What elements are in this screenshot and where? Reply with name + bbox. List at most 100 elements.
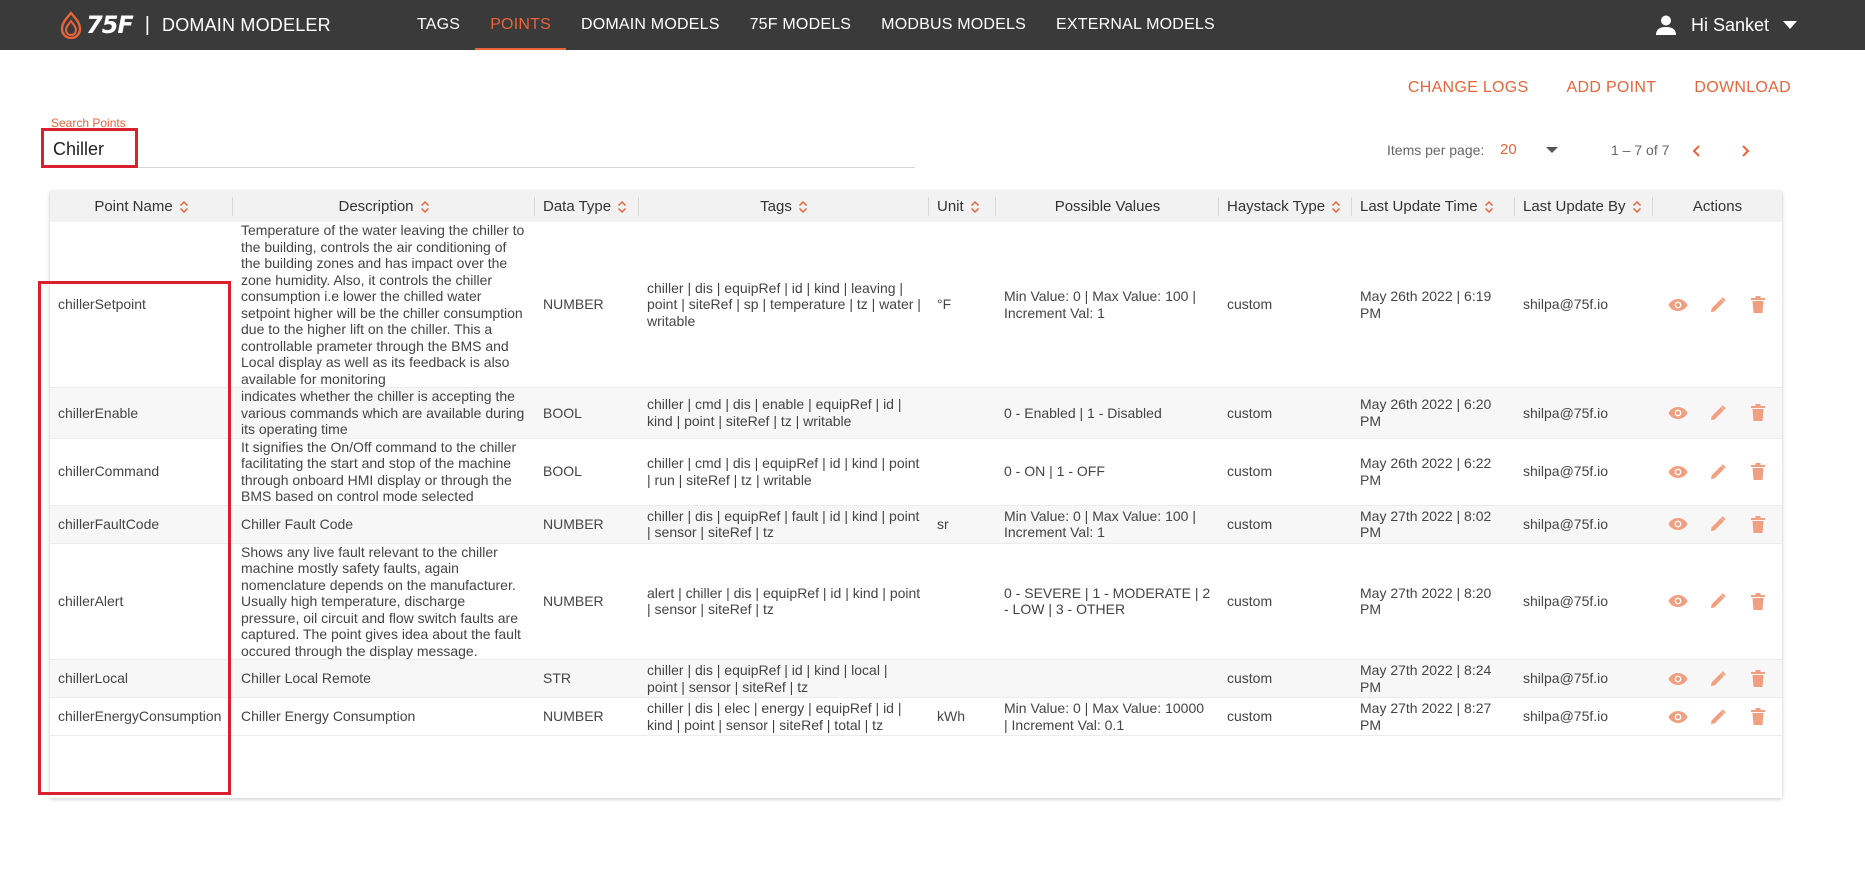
column-header-unit[interactable]: Unit [929,191,996,222]
cell-possible-values: 0 - Enabled | 1 - Disabled [1004,404,1162,421]
next-page-icon[interactable] [1736,142,1754,160]
view-icon[interactable] [1667,402,1689,424]
cell-haystack-type: custom [1227,296,1273,313]
column-header-data-type[interactable]: Data Type [535,191,639,222]
logo-text: 75F [86,11,134,39]
view-icon[interactable] [1667,461,1689,483]
delete-icon[interactable] [1747,668,1769,690]
edit-icon[interactable] [1707,461,1729,483]
edit-icon[interactable] [1707,513,1729,535]
points-table: Point Name Description Data Type Tags Unit Po… [50,191,1782,736]
column-header-tags[interactable]: Tags [639,191,929,222]
view-icon[interactable] [1667,294,1689,316]
column-header-last-update-by[interactable]: Last Update By [1515,191,1653,222]
column-header-label: Data Type [543,198,612,215]
column-header-last-update-time[interactable]: Last Update Time [1352,191,1515,222]
column-header-label: Haystack Type [1227,198,1326,215]
cell-tags: chiller | cmd | dis | equipRef | id | ki… [647,455,920,488]
delete-icon[interactable] [1747,461,1769,483]
cell-possible-values: Min Value: 0 | Max Value: 100 | Incremen… [1004,507,1196,541]
column-header-haystack-type[interactable]: Haystack Type [1219,191,1352,222]
change-logs-button[interactable]: CHANGE LOGS [1408,79,1529,97]
cell-haystack-type: custom [1227,593,1273,609]
nav-domain-models[interactable]: DOMAIN MODELS [566,0,735,50]
cell-actions [1653,698,1782,736]
cell-name: chillerCommand [58,463,160,480]
column-header-point-name[interactable]: Point Name [50,191,233,222]
nav-tags[interactable]: TAGS [402,0,475,50]
cell-possible-values: 0 - SEVERE | 1 - MODERATE | 2 - LOW | 3 … [1004,584,1211,618]
view-icon[interactable] [1667,706,1689,728]
cell-haystack-type: custom [1227,670,1273,687]
download-button[interactable]: DOWNLOAD [1694,79,1791,97]
column-header-label: Point Name [94,198,173,215]
cell-last-update-time: May 27th 2022 | 8:20 PM [1360,584,1492,618]
table-row: chillerSetpoint Temperature of the water … [50,222,1782,388]
sort-icon [618,200,627,214]
items-per-page-select[interactable]: 20 [1494,140,1564,160]
table-row: chillerEnable indicates whether the chill… [50,387,1782,439]
points-table-card: Point Name Description Data Type Tags Unit Po… [50,191,1782,798]
delete-icon[interactable] [1747,402,1769,424]
delete-icon[interactable] [1747,294,1769,316]
edit-icon[interactable] [1707,706,1729,728]
table-row: chillerFaultCode Chiller Fault Code NUMBER… [50,505,1782,543]
cell-name: chillerEnable [58,404,139,421]
edit-icon[interactable] [1707,402,1729,424]
column-header-label: Description [338,198,414,215]
view-icon[interactable] [1667,513,1689,535]
cell-last-update-time: May 26th 2022 | 6:19 PM [1360,288,1492,321]
search-underline [138,167,915,168]
cell-description: It signifies the On/Off command to the c… [241,438,517,505]
table-row: chillerAlert Shows any live fault relevan… [50,543,1782,660]
paginator: Items per page: 20 1 – 7 of 7 [0,140,1865,160]
cell-last-update-time: May 27th 2022 | 8:27 PM [1360,700,1492,733]
delete-icon[interactable] [1747,513,1769,535]
cell-tags: alert | chiller | dis | equipRef | id | … [647,584,921,618]
sort-icon [420,200,429,214]
edit-icon[interactable] [1707,294,1729,316]
previous-page-icon[interactable] [1688,142,1706,160]
cell-tags: chiller | dis | equipRef | id | kind | l… [647,662,888,695]
cell-actions [1653,388,1782,439]
table-body: chillerSetpoint Temperature of the water … [50,222,1782,736]
nav-modbus-models[interactable]: MODBUS MODELS [866,0,1041,50]
user-menu[interactable]: Hi Sanket [1655,0,1797,50]
cell-unit: °F [937,296,952,313]
cell-unit: kWh [937,708,965,725]
sort-icon [1632,200,1641,214]
cell-last-update-time: May 26th 2022 | 6:20 PM [1360,396,1492,429]
edit-icon[interactable] [1707,668,1729,690]
cell-name: chillerFaultCode [58,515,160,532]
brand-separator: | [144,13,150,36]
nav-75f-models[interactable]: 75F MODELS [735,0,867,50]
view-icon[interactable] [1667,668,1689,690]
sort-icon [970,200,979,214]
cell-last-update-by: shilpa@75f.io [1523,670,1609,687]
cell-unit [929,388,996,439]
sort-icon [179,200,188,214]
cell-tags: chiller | dis | elec | energy | equipRef… [647,700,902,733]
cell-name: chillerLocal [58,670,129,687]
table-row: chillerCommand It signifies the On/Off co… [50,438,1782,505]
cell-unit: sr [937,515,949,532]
edit-icon[interactable] [1707,590,1729,612]
cell-unit [929,543,996,660]
brand[interactable]: 75F | DOMAIN MODELER [58,10,331,40]
nav-points[interactable]: POINTS [475,0,566,50]
column-header-description[interactable]: Description [233,191,535,222]
cell-description: Chiller Local Remote [241,670,371,687]
cell-possible-values: 0 - ON | 1 - OFF [1004,463,1105,480]
top-bar: 75F | DOMAIN MODELER TAGS POINTS DOMAIN … [0,0,1865,50]
column-header-label: Last Update Time [1360,198,1478,215]
column-header-label: Tags [760,198,792,215]
nav-external-models[interactable]: EXTERNAL MODELS [1041,0,1230,50]
delete-icon[interactable] [1747,706,1769,728]
cell-data-type: NUMBER [543,515,604,532]
view-icon[interactable] [1667,590,1689,612]
page-range: 1 – 7 of 7 [1611,142,1670,158]
cell-haystack-type: custom [1227,404,1273,421]
delete-icon[interactable] [1747,590,1769,612]
add-point-button[interactable]: ADD POINT [1567,79,1657,97]
cell-tags: chiller | dis | equipRef | id | kind | l… [647,279,921,329]
